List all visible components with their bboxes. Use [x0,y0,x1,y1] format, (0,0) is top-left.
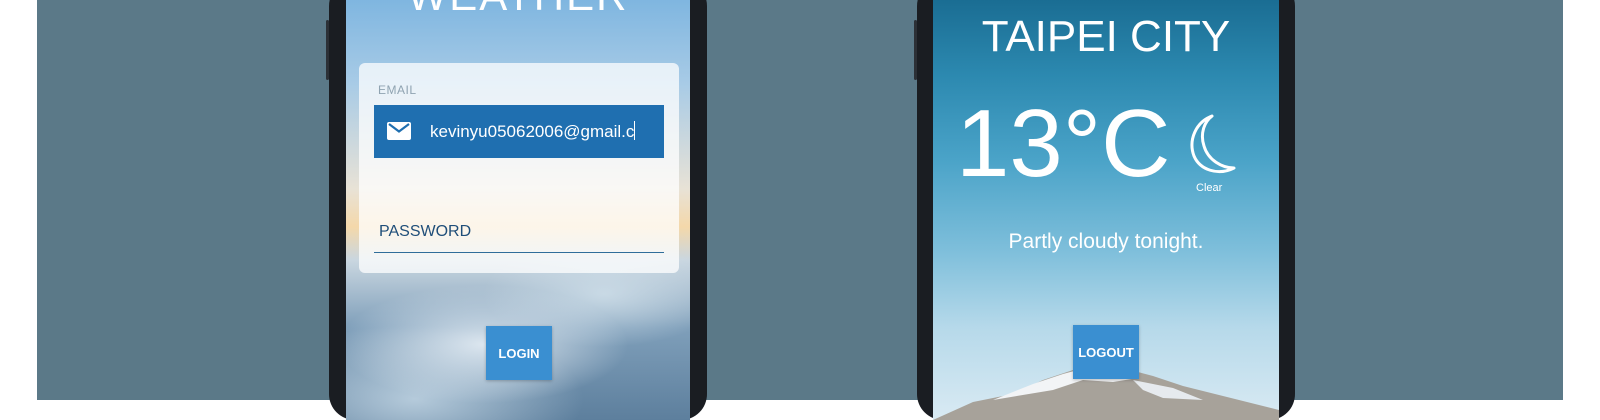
email-label: EMAIL [378,83,417,97]
background-panel [37,0,1563,400]
app-title: WEATHER [346,0,690,20]
logout-button[interactable]: LOGOUT [1073,325,1139,379]
moon-icon [1190,114,1236,173]
password-placeholder: PASSWORD [379,223,472,240]
weather-condition: Clear [1196,182,1223,194]
city-name: TAIPEI CITY [981,12,1231,61]
temperature: 13°C [956,90,1171,197]
email-value: kevinyu05062006@gmail.c [430,121,636,141]
password-field[interactable]: PASSWORD [374,216,664,253]
login-button[interactable]: LOGIN [486,326,552,380]
email-field[interactable]: kevinyu05062006@gmail.c [374,105,664,158]
weather-summary: Partly cloudy tonight. [1008,230,1204,253]
text-caret [634,121,636,140]
mail-icon [387,122,411,140]
